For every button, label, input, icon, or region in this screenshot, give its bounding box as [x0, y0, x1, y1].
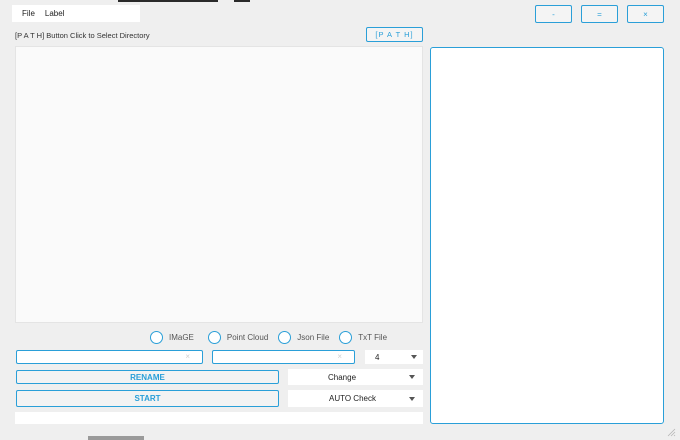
rename-button[interactable]: RENAME — [16, 370, 279, 384]
chevron-down-icon — [409, 396, 415, 401]
resize-grip-icon[interactable] — [666, 427, 676, 437]
bottom-edge-strip — [88, 436, 144, 440]
check-select-value: AUTO Check — [329, 394, 376, 403]
file-type-radio-group: IMaGE Point Cloud Json File TxT File — [150, 330, 397, 344]
radio-circle-icon[interactable] — [207, 330, 221, 344]
menu-file[interactable]: File — [22, 9, 35, 18]
radio-json-file[interactable]: Json File — [278, 330, 330, 344]
radio-json-file-label: Json File — [297, 332, 330, 342]
status-bar — [15, 412, 423, 424]
clear-icon[interactable]: × — [337, 352, 342, 361]
path-hint-label: [P A T H] Button Click to Select Directo… — [15, 31, 150, 40]
preview-panel[interactable] — [430, 47, 664, 424]
top-edge-strip-small — [234, 0, 250, 2]
close-button[interactable]: × — [627, 5, 664, 23]
menu-bar: File Label — [12, 5, 140, 22]
path-button[interactable]: [P A T H] — [366, 27, 423, 42]
check-select[interactable]: AUTO Check — [288, 390, 423, 407]
minimize-button[interactable]: - — [535, 5, 572, 23]
digit-select[interactable]: 4 — [365, 350, 423, 364]
chevron-down-icon — [411, 355, 417, 359]
menu-label[interactable]: Label — [45, 9, 65, 18]
mode-select[interactable]: Change — [288, 369, 423, 385]
radio-image[interactable]: IMaGE — [150, 330, 194, 344]
radio-circle-icon[interactable] — [278, 330, 292, 344]
prefix-input[interactable]: × — [16, 350, 203, 364]
radio-circle-icon[interactable] — [150, 330, 163, 344]
digit-select-value: 4 — [375, 352, 380, 362]
radio-point-cloud[interactable]: Point Cloud — [207, 330, 269, 344]
mode-select-value: Change — [328, 372, 357, 382]
radio-circle-icon[interactable] — [339, 330, 353, 344]
suffix-input[interactable]: × — [212, 350, 355, 364]
radio-txt-file-label: TxT File — [358, 332, 388, 342]
top-edge-strip — [118, 0, 218, 2]
radio-image-label: IMaGE — [169, 332, 194, 342]
maximize-button[interactable]: = — [581, 5, 618, 23]
radio-txt-file[interactable]: TxT File — [339, 330, 388, 344]
clear-icon[interactable]: × — [185, 352, 190, 361]
radio-point-cloud-label: Point Cloud — [226, 332, 269, 342]
file-list-panel[interactable] — [15, 46, 423, 323]
chevron-down-icon — [409, 375, 415, 379]
start-button[interactable]: START — [16, 390, 279, 407]
